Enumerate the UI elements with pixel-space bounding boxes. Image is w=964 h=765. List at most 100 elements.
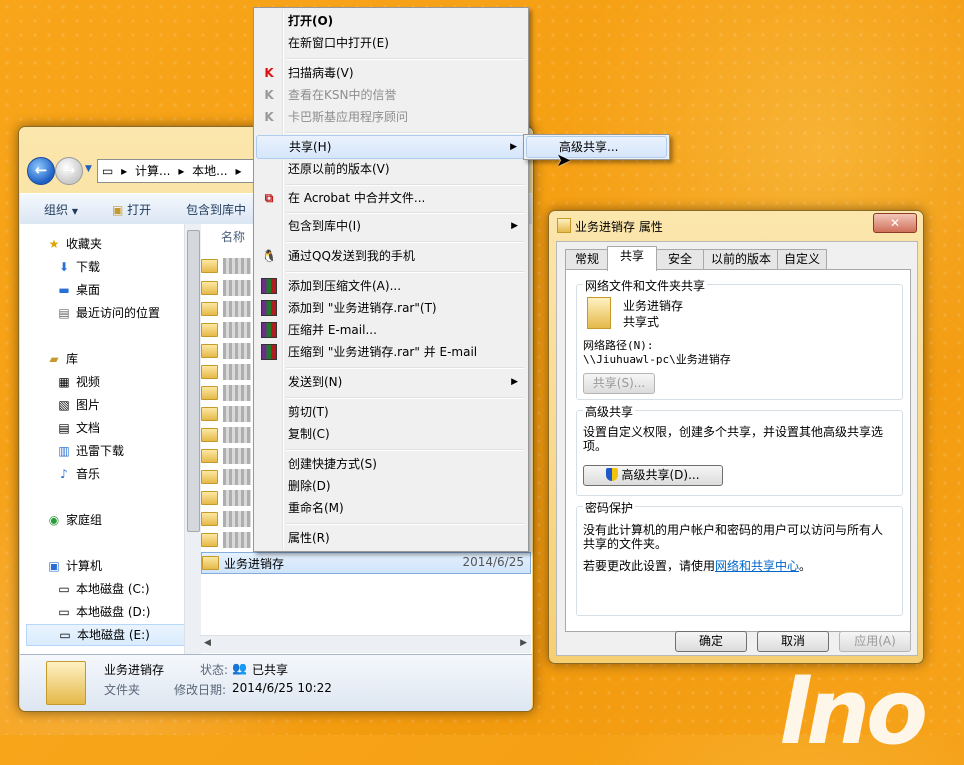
menu-item-acrobat-merge[interactable]: ⧉ 在 Acrobat 中合并文件... — [256, 187, 526, 209]
nav-homegroup[interactable]: ◉ 家庭组 — [46, 510, 102, 530]
menu-item-advanced-share[interactable]: 高级共享... — [526, 136, 667, 158]
open-button[interactable]: ▣ 打开 — [112, 201, 151, 218]
menu-item-open[interactable]: 打开(O) — [256, 10, 526, 32]
downloads-icon: ⬇ — [58, 260, 70, 274]
winrar-icon — [261, 300, 277, 316]
menu-item-copy[interactable]: 复制(C) — [256, 423, 526, 445]
drive-icon: ▭ — [102, 164, 114, 178]
menu-item-restore-previous-versions[interactable]: 还原以前的版本(V) — [256, 158, 526, 180]
open-folder-icon: ▣ — [112, 203, 124, 217]
menu-item-rename[interactable]: 重命名(M) — [256, 497, 526, 519]
menu-separator — [286, 132, 524, 134]
close-button[interactable]: ✕ — [873, 213, 917, 233]
tab-sharing[interactable]: 共享 — [607, 246, 657, 271]
network-path-value: \\Jiuhuawl-pc\业务进销存 — [583, 353, 731, 366]
menu-item-add-to-rar[interactable]: 添加到 "业务进销存.rar"(T) — [256, 297, 526, 319]
nav-drive-d[interactable]: ▭ 本地磁盘 (D:) — [56, 602, 150, 622]
nav-drive-e[interactable]: ▭ 本地磁盘 (E:) — [26, 624, 184, 646]
tab-security[interactable]: 安全 — [655, 249, 705, 270]
blurred-filename — [223, 364, 251, 380]
shared-folder-icon — [587, 297, 611, 329]
network-sharing-center-link[interactable]: 网络和共享中心 — [715, 559, 799, 573]
menu-item-cut[interactable]: 剪切(T) — [256, 401, 526, 423]
nav-library-documents[interactable]: ▤ 文档 — [56, 418, 100, 438]
menu-item-kaspersky-advisor[interactable]: K 卡巴斯基应用程序顾问 — [256, 106, 526, 128]
drive-icon: ▭ — [59, 628, 71, 642]
kaspersky-icon: K — [264, 110, 274, 124]
include-in-library-button[interactable]: 包含到库中 — [186, 201, 246, 218]
blurred-filename — [223, 343, 251, 359]
address-part-computer[interactable]: 计算... — [135, 164, 170, 178]
menu-item-share[interactable]: 共享(H) ▶ — [256, 135, 526, 159]
nav-libraries[interactable]: ▰ 库 — [46, 349, 78, 369]
apply-button[interactable]: 应用(A) — [839, 631, 911, 652]
blurred-filename — [223, 448, 251, 464]
nav-computer[interactable]: ▣ 计算机 — [46, 556, 102, 576]
tab-general[interactable]: 常规 — [565, 249, 609, 270]
folder-icon — [201, 323, 218, 337]
address-separator-icon[interactable]: ▸ — [178, 164, 184, 178]
share-button[interactable]: 共享(S)... — [583, 373, 655, 394]
folder-icon — [201, 386, 218, 400]
submenu-arrow-icon: ▶ — [511, 377, 518, 387]
menu-item-create-shortcut[interactable]: 创建快捷方式(S) — [256, 453, 526, 475]
qq-penguin-icon: 🐧 — [261, 249, 277, 263]
forward-arrow-icon[interactable]: → — [55, 157, 83, 185]
navigation-pane-scrollbar[interactable] — [184, 224, 201, 654]
blurred-filename — [223, 427, 251, 443]
folder-icon — [202, 556, 219, 570]
details-name: 业务进销存 — [104, 663, 165, 677]
menu-item-properties[interactable]: 属性(R) — [256, 527, 526, 549]
ok-button[interactable]: 确定 — [675, 631, 747, 652]
scroll-right-icon[interactable]: ▶ — [520, 638, 527, 648]
recent-places-icon: ▤ — [58, 306, 70, 320]
column-header-name[interactable]: 名称 — [221, 228, 245, 245]
address-separator-icon[interactable]: ▸ — [121, 164, 127, 178]
cancel-button[interactable]: 取消 — [757, 631, 829, 652]
nav-library-music[interactable]: ♪ 音乐 — [56, 464, 100, 484]
menu-item-delete[interactable]: 删除(D) — [256, 475, 526, 497]
system-drive-icon: ▭ — [58, 582, 70, 596]
menu-item-include-in-library[interactable]: 包含到库中(I) ▶ — [256, 215, 526, 237]
computer-icon: ▣ — [48, 559, 60, 573]
blurred-filename — [223, 385, 251, 401]
selected-folder-row[interactable]: 业务进销存 2014/6/25 — [201, 552, 531, 574]
menu-separator — [286, 367, 524, 369]
group-title: 网络文件和文件夹共享 — [583, 277, 708, 294]
file-list-horizontal-scrollbar[interactable]: ◀ ▶ — [200, 635, 531, 653]
details-state-value: 已共享 — [252, 663, 289, 677]
drive-icon: ▭ — [58, 605, 70, 619]
nav-drive-c[interactable]: ▭ 本地磁盘 (C:) — [56, 579, 149, 599]
nav-favorites[interactable]: ★ 收藏夹 — [46, 234, 102, 254]
nav-library-videos[interactable]: ▦ 视频 — [56, 372, 100, 392]
nav-library-thunder-downloads[interactable]: ▥ 迅雷下载 — [56, 441, 124, 461]
menu-item-compress-email[interactable]: 压缩并 E-mail... — [256, 319, 526, 341]
address-part-drive[interactable]: 本地... — [192, 164, 227, 178]
address-separator-icon[interactable]: ▸ — [235, 164, 241, 178]
menu-item-qq-send[interactable]: 🐧 通过QQ发送到我的手机 — [256, 245, 526, 267]
sharing-tab-panel: 网络文件和文件夹共享 业务进销存 共享式 网络路径(N): \\Jiuhuawl… — [565, 269, 911, 632]
nav-favorite-recent[interactable]: ▤ 最近访问的位置 — [56, 303, 160, 323]
organize-button[interactable]: 组织 ▼ — [44, 201, 78, 218]
menu-item-scan-virus[interactable]: K 扫描病毒(V) — [256, 62, 526, 84]
menu-separator — [286, 523, 524, 525]
menu-item-ksn-reputation[interactable]: K 查看在KSN中的信誉 — [256, 84, 526, 106]
scrollbar-thumb[interactable] — [187, 230, 200, 532]
tab-customize[interactable]: 自定义 — [777, 249, 827, 270]
details-type: 文件夹 — [104, 683, 141, 697]
details-modified-label: 修改日期: — [174, 683, 227, 697]
menu-item-send-to[interactable]: 发送到(N) ▶ — [256, 371, 526, 393]
menu-item-open-new-window[interactable]: 在新窗口中打开(E) — [256, 32, 526, 54]
menu-item-add-to-archive[interactable]: 添加到压缩文件(A)... — [256, 275, 526, 297]
acrobat-icon: ⧉ — [264, 191, 274, 205]
recent-pages-chevron-down-icon[interactable]: ▼ — [85, 164, 92, 174]
nav-library-pictures[interactable]: ▧ 图片 — [56, 395, 100, 415]
menu-item-compress-rar-email[interactable]: 压缩到 "业务进销存.rar" 并 E-mail — [256, 341, 526, 363]
nav-favorite-desktop[interactable]: ▬ 桌面 — [56, 280, 100, 300]
tab-previous-versions[interactable]: 以前的版本 — [703, 249, 779, 270]
library-icon: ▰ — [49, 352, 59, 366]
scroll-left-icon[interactable]: ◀ — [204, 638, 211, 648]
back-arrow-icon[interactable]: ← — [27, 157, 55, 185]
nav-favorite-downloads[interactable]: ⬇ 下载 — [56, 257, 100, 277]
advanced-share-button[interactable]: 高级共享(D)... — [583, 465, 723, 486]
